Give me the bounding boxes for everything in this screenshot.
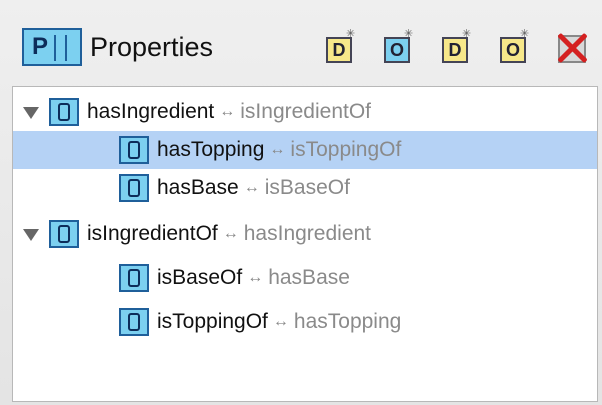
toolbar: ✳ D ✳ O ✳ D ✳ O <box>322 29 594 65</box>
property-tree[interactable]: hasIngredient ↔ isIngredientOf hasToppin… <box>12 86 598 402</box>
tree-row-label: hasBase ↔ isBaseOf <box>157 176 350 200</box>
tree-row[interactable]: hasBase ↔ isBaseOf <box>13 169 597 207</box>
property-tab-icon: P <box>22 28 82 66</box>
inverse-arrow: ↔ <box>222 225 239 242</box>
datatype-property-icon: D <box>442 37 468 63</box>
inverse-property-name: isToppingOf <box>290 138 402 161</box>
object-property-icon <box>119 174 149 202</box>
property-name: isBaseOf <box>157 266 243 289</box>
delete-property-button[interactable] <box>554 29 590 65</box>
add-sub-object-property-button[interactable]: ✳ O <box>496 29 532 65</box>
object-property-icon <box>119 308 149 336</box>
inverse-arrow: ↔ <box>272 313 289 330</box>
inverse-property-name: isBaseOf <box>264 176 350 199</box>
panel-title: Properties <box>90 31 214 62</box>
add-object-property-button[interactable]: ✳ O <box>380 29 416 65</box>
inverse-property-name: hasBase <box>268 266 350 289</box>
object-property-icon <box>119 264 149 292</box>
tree-row[interactable]: hasIngredient ↔ isIngredientOf <box>13 93 597 131</box>
add-sub-datatype-property-button[interactable]: ✳ D <box>438 29 474 65</box>
tree-row-label: hasIngredient ↔ isIngredientOf <box>87 100 371 124</box>
add-datatype-property-button[interactable]: ✳ D <box>322 29 358 65</box>
object-property-icon <box>49 98 79 126</box>
tree-row-label: isToppingOf ↔ hasTopping <box>157 310 401 334</box>
inverse-arrow: ↔ <box>243 179 260 196</box>
tree-row-label: isIngredientOf ↔ hasIngredient <box>87 222 371 246</box>
tree-row[interactable]: isToppingOf ↔ hasTopping <box>13 303 597 341</box>
inverse-property-name: hasTopping <box>293 310 402 333</box>
inverse-arrow: ↔ <box>247 269 264 286</box>
object-property-icon <box>49 220 79 248</box>
delete-icon <box>554 29 590 65</box>
tree-row-label: isBaseOf ↔ hasBase <box>157 266 350 290</box>
badge-letter: P <box>32 33 49 60</box>
tree-row-selected[interactable]: hasTopping ↔ isToppingOf <box>13 131 597 169</box>
inverse-arrow: ↔ <box>219 103 236 120</box>
inverse-property-name: isIngredientOf <box>240 100 372 123</box>
property-name: isIngredientOf <box>87 222 218 245</box>
tree-row-label: hasTopping ↔ isToppingOf <box>157 138 401 162</box>
property-name: hasIngredient <box>87 100 215 123</box>
property-name: hasBase <box>157 176 239 199</box>
properties-panel: P Properties ✳ D ✳ O ✳ D ✳ O hasIngredie… <box>0 0 602 405</box>
tree-row[interactable]: isBaseOf ↔ hasBase <box>13 259 597 297</box>
badge-bars <box>54 35 82 61</box>
object-property-icon: O <box>500 37 526 63</box>
inverse-arrow: ↔ <box>269 141 286 158</box>
expand-triangle-icon[interactable] <box>23 227 39 241</box>
object-property-icon <box>119 136 149 164</box>
inverse-property-name: hasIngredient <box>243 222 372 245</box>
object-property-icon: O <box>384 37 410 63</box>
panel-header: P Properties ✳ D ✳ O ✳ D ✳ O <box>22 22 594 72</box>
property-name: isToppingOf <box>157 310 268 333</box>
property-name: hasTopping <box>157 138 265 161</box>
expand-triangle-icon[interactable] <box>23 105 39 119</box>
tree-row[interactable]: isIngredientOf ↔ hasIngredient <box>13 215 597 253</box>
datatype-property-icon: D <box>326 37 352 63</box>
